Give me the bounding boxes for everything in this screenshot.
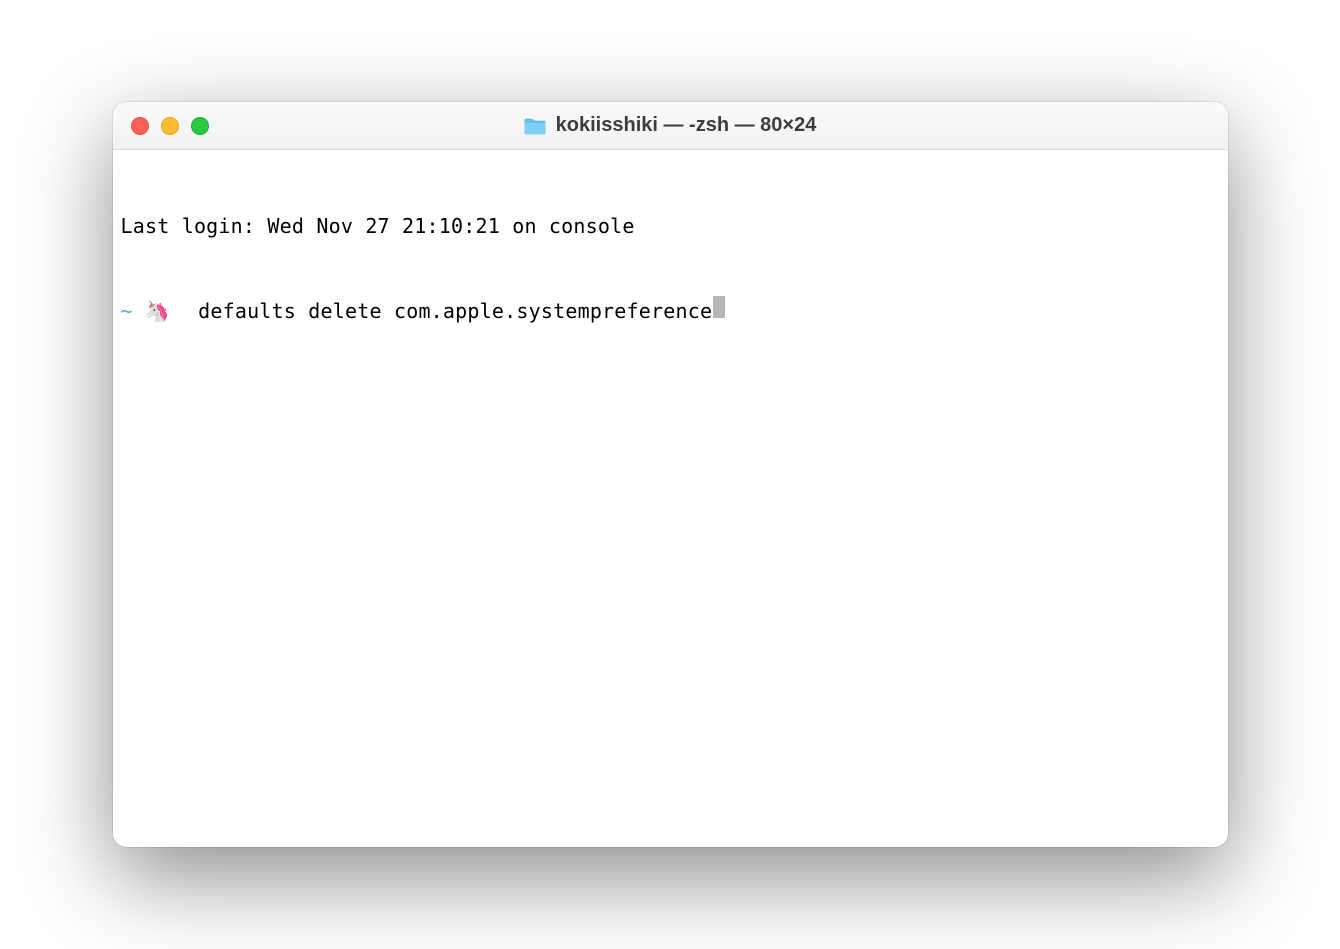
window-title: kokiisshiki — -zsh — 80×24 xyxy=(129,114,1212,137)
prompt-cwd: ~ xyxy=(121,297,133,325)
command-input[interactable]: defaults delete com.apple.systempreferen… xyxy=(186,297,712,325)
prompt-line: ~ 🦄 defaults delete com.apple.systempref… xyxy=(121,296,1220,325)
minimize-button[interactable] xyxy=(161,117,179,135)
terminal-window: kokiisshiki — -zsh — 80×24 Last login: W… xyxy=(113,102,1228,847)
terminal-body[interactable]: Last login: Wed Nov 27 21:10:21 on conso… xyxy=(113,150,1228,847)
window-title-text: kokiisshiki — -zsh — 80×24 xyxy=(556,114,817,137)
traffic-lights xyxy=(131,117,209,135)
zoom-button[interactable] xyxy=(191,117,209,135)
folder-icon xyxy=(524,117,546,135)
last-login-line: Last login: Wed Nov 27 21:10:21 on conso… xyxy=(121,212,1220,240)
cursor-icon xyxy=(713,296,725,318)
close-button[interactable] xyxy=(131,117,149,135)
titlebar[interactable]: kokiisshiki — -zsh — 80×24 xyxy=(113,102,1228,150)
prompt-emoji-icon: 🦄 xyxy=(145,297,170,325)
